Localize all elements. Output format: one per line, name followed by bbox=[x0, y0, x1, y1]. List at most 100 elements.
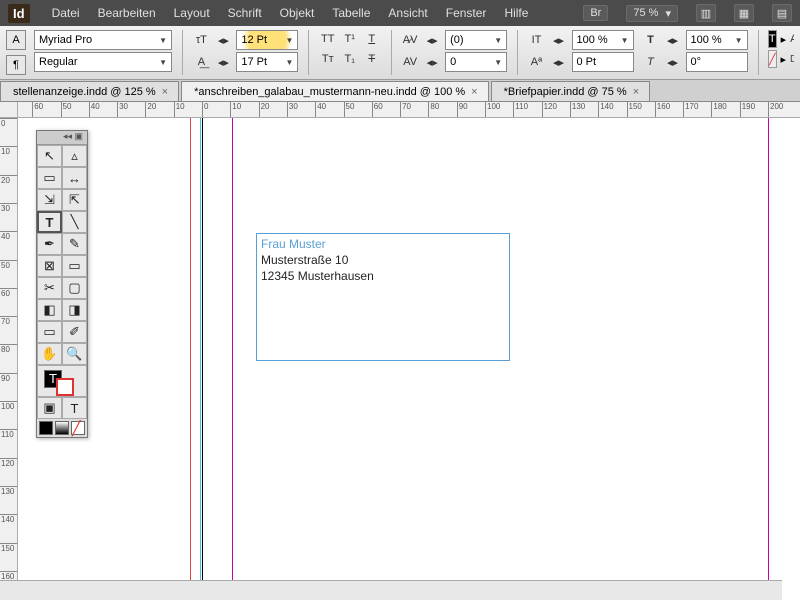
stepper-icon[interactable]: ◂▸ bbox=[214, 53, 232, 71]
stroke-swatch[interactable]: ╱ bbox=[768, 50, 777, 68]
gap-tool[interactable]: ↔ bbox=[62, 167, 87, 189]
bridge-button[interactable]: Br bbox=[583, 5, 608, 21]
toolbox[interactable]: ◂◂ ▣ ↖▵ ▭↔ ⇲⇱ T╲ ✒✎ ⊠▭ ✂▢ ◧◨ ▭✐ ✋🔍 T ▣T … bbox=[36, 130, 88, 438]
pen-tool[interactable]: ✒ bbox=[37, 233, 62, 255]
close-icon[interactable]: × bbox=[162, 86, 168, 98]
rectangle-tool[interactable]: ▭ bbox=[62, 255, 87, 277]
guide-margin-left[interactable] bbox=[232, 118, 233, 580]
stepper-icon[interactable]: ◂▸ bbox=[550, 53, 568, 71]
arrange-icon[interactable]: ▦ bbox=[734, 4, 754, 22]
hscale-icon: IT bbox=[528, 31, 546, 49]
scrollbar-horizontal[interactable] bbox=[0, 580, 782, 600]
apply-color[interactable] bbox=[39, 421, 53, 435]
leading-field[interactable]: 17 Pt▼ bbox=[236, 52, 298, 72]
pencil-tool[interactable]: ✎ bbox=[62, 233, 87, 255]
tab-briefpapier[interactable]: *Briefpapier.indd @ 75 %× bbox=[491, 81, 651, 101]
tracking-field[interactable]: 0▼ bbox=[445, 52, 507, 72]
guide-margin-right[interactable] bbox=[768, 118, 769, 580]
gradient-swatch-tool[interactable]: ◧ bbox=[37, 299, 62, 321]
baseline-field[interactable]: 0 Pt bbox=[572, 52, 634, 72]
document-tabs: stellenanzeige.indd @ 125 %× *anschreibe… bbox=[0, 80, 800, 102]
font-size-field[interactable]: 12 Pt▼ bbox=[236, 30, 298, 50]
apply-none[interactable]: ╱ bbox=[71, 421, 85, 435]
ruler-horizontal[interactable]: 6050403020100102030405060708090100110120… bbox=[18, 102, 800, 118]
menu-schrift[interactable]: Schrift bbox=[228, 6, 262, 20]
workspace: 6050403020100102030405060708090100110120… bbox=[0, 102, 800, 580]
underline-icon[interactable]: T bbox=[363, 30, 381, 48]
fill-swatch[interactable]: T bbox=[768, 30, 777, 48]
scissors-tool[interactable]: ✂ bbox=[37, 277, 62, 299]
font-size-icon: τT bbox=[192, 31, 210, 49]
formatting-text-icon[interactable]: T bbox=[62, 397, 87, 419]
strike-icon[interactable]: T bbox=[363, 50, 381, 68]
baseline-value: 0 Pt bbox=[577, 56, 597, 68]
hscale-field[interactable]: 100 %▼ bbox=[572, 30, 634, 50]
text-frame[interactable]: Frau Muster Musterstraße 10 12345 Muster… bbox=[256, 233, 510, 361]
ruler-vertical[interactable]: 0102030405060708090100110120130140150160… bbox=[0, 118, 18, 580]
menu-tabelle[interactable]: Tabelle bbox=[332, 6, 370, 20]
line-tool[interactable]: ╲ bbox=[62, 211, 87, 233]
leading-icon: A͟ bbox=[192, 53, 210, 71]
baseline-icon: Aª bbox=[528, 53, 546, 71]
menu-hilfe[interactable]: Hilfe bbox=[504, 6, 528, 20]
stepper-icon[interactable]: ◂▸ bbox=[664, 53, 682, 71]
fill-stroke-proxy[interactable]: T bbox=[37, 365, 87, 397]
screen-mode-icon[interactable]: ▥ bbox=[696, 4, 716, 22]
rectangle-frame-tool[interactable]: ⊠ bbox=[37, 255, 62, 277]
note-tool[interactable]: ▭ bbox=[37, 321, 62, 343]
char-mode-button[interactable]: A bbox=[6, 30, 26, 50]
menu-fenster[interactable]: Fenster bbox=[446, 6, 487, 20]
stepper-icon[interactable]: ◂▸ bbox=[550, 31, 568, 49]
selection-tool[interactable]: ↖ bbox=[37, 145, 62, 167]
content-collector-tool[interactable]: ⇲ bbox=[37, 189, 62, 211]
close-icon[interactable]: × bbox=[471, 86, 477, 98]
subscript-icon[interactable]: T₁ bbox=[341, 50, 359, 68]
gradient-feather-tool[interactable]: ◨ bbox=[62, 299, 87, 321]
char-style-icon[interactable]: A. bbox=[790, 30, 794, 48]
formatting-container-icon[interactable]: ▣ bbox=[37, 397, 62, 419]
font-family-select[interactable]: Myriad Pro▼ bbox=[34, 30, 172, 50]
guide-slug-left[interactable] bbox=[200, 118, 201, 580]
type-tool[interactable]: T bbox=[37, 211, 62, 233]
free-transform-tool[interactable]: ▢ bbox=[62, 277, 87, 299]
guide-bleed-left[interactable] bbox=[190, 118, 191, 580]
font-size-value: 12 Pt bbox=[241, 34, 267, 46]
stepper-icon[interactable]: ◂▸ bbox=[423, 31, 441, 49]
skew-field[interactable]: 0° bbox=[686, 52, 748, 72]
language-select[interactable]: Deu bbox=[790, 54, 794, 65]
stepper-icon[interactable]: ◂▸ bbox=[423, 53, 441, 71]
tab-stellenanzeige[interactable]: stellenanzeige.indd @ 125 %× bbox=[0, 81, 179, 101]
zoom-tool[interactable]: 🔍 bbox=[62, 343, 87, 365]
vscale-field[interactable]: 100 %▼ bbox=[686, 30, 748, 50]
stepper-icon[interactable]: ◂▸ bbox=[664, 31, 682, 49]
apply-gradient[interactable] bbox=[55, 421, 69, 435]
direct-selection-tool[interactable]: ▵ bbox=[62, 145, 87, 167]
toolbox-header[interactable]: ◂◂ ▣ bbox=[37, 131, 87, 145]
kerning-field[interactable]: (0)▼ bbox=[445, 30, 507, 50]
page-tool[interactable]: ▭ bbox=[37, 167, 62, 189]
close-icon[interactable]: × bbox=[633, 86, 639, 98]
menu-datei[interactable]: Datei bbox=[52, 6, 80, 20]
hand-tool[interactable]: ✋ bbox=[37, 343, 62, 365]
font-style-select[interactable]: Regular▼ bbox=[34, 52, 172, 72]
kerning-icon: A̷V bbox=[401, 31, 419, 49]
canvas[interactable]: Frau Muster Musterstraße 10 12345 Muster… bbox=[18, 118, 800, 580]
content-placer-tool[interactable]: ⇱ bbox=[62, 189, 87, 211]
zoom-select[interactable]: 75 % ▾ bbox=[626, 5, 678, 22]
menu-ansicht[interactable]: Ansicht bbox=[388, 6, 427, 20]
skew-value: 0° bbox=[691, 56, 702, 68]
menu-layout[interactable]: Layout bbox=[174, 6, 210, 20]
superscript-icon[interactable]: T¹ bbox=[341, 30, 359, 48]
skew-icon: T bbox=[642, 53, 660, 71]
smallcaps-icon[interactable]: Tᴛ bbox=[319, 50, 337, 68]
ruler-origin[interactable] bbox=[0, 102, 18, 118]
tab-anschreiben[interactable]: *anschreiben_galabau_mustermann-neu.indd… bbox=[181, 81, 489, 101]
menu-objekt[interactable]: Objekt bbox=[280, 6, 315, 20]
stepper-icon[interactable]: ◂▸ bbox=[214, 31, 232, 49]
allcaps-icon[interactable]: TT bbox=[319, 30, 337, 48]
eyedropper-tool[interactable]: ✐ bbox=[62, 321, 87, 343]
menu-bearbeiten[interactable]: Bearbeiten bbox=[98, 6, 156, 20]
font-family-value: Myriad Pro bbox=[39, 34, 92, 46]
workspace-icon[interactable]: ▤ bbox=[772, 4, 792, 22]
para-mode-button[interactable]: ¶ bbox=[6, 55, 26, 75]
